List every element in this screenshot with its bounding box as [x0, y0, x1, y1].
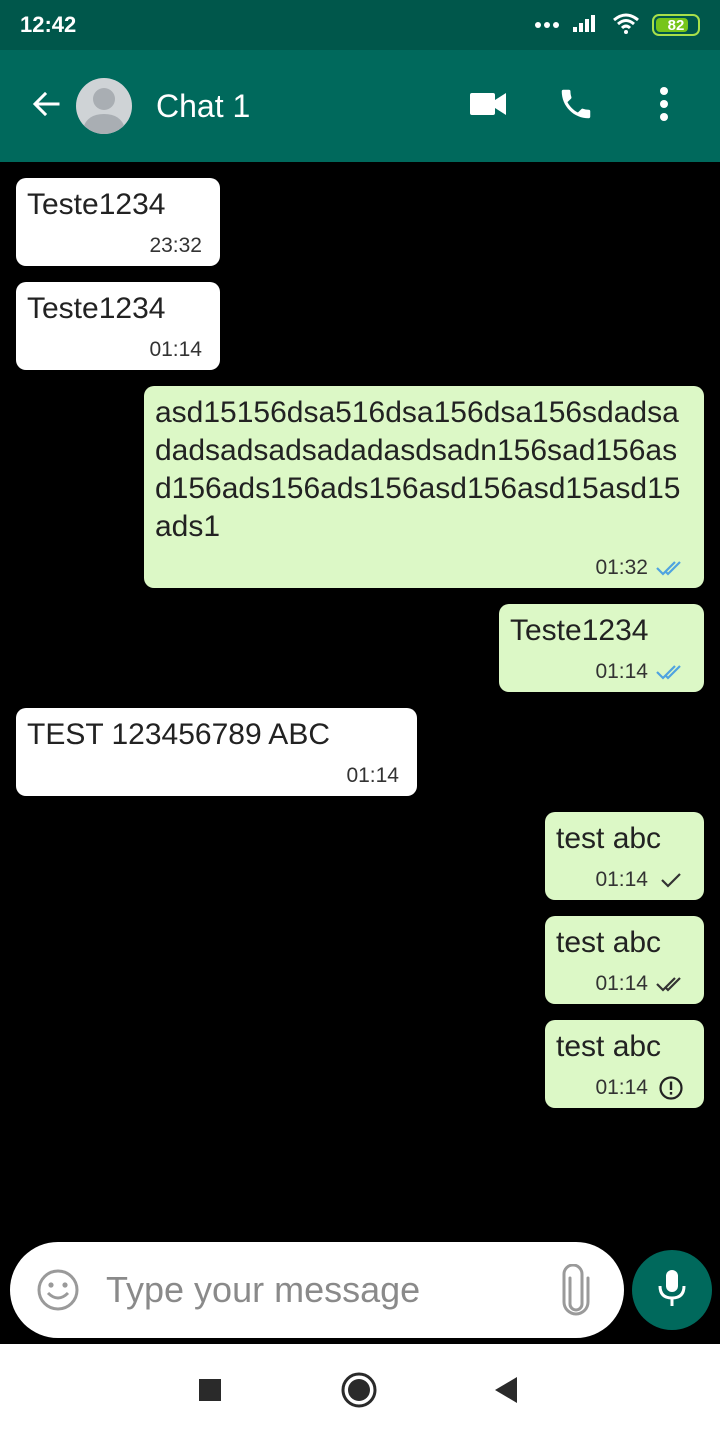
message-meta: 01:32	[595, 556, 686, 580]
message-text: test abc	[556, 1030, 662, 1063]
status-icons: 82	[534, 12, 700, 38]
back-arrow-icon	[32, 90, 60, 123]
avatar[interactable]	[76, 78, 132, 134]
system-nav-bar	[0, 1344, 720, 1440]
message-meta: 23:32	[149, 234, 202, 258]
message-bubble-incoming[interactable]: Teste1234 23:32	[16, 178, 220, 266]
message-bubble-incoming[interactable]: TEST 123456789 ABC 01:14	[16, 708, 417, 796]
status-bar: 12:42 82	[0, 0, 720, 50]
nav-back-button[interactable]	[486, 1372, 526, 1412]
video-call-button[interactable]	[464, 82, 512, 130]
message-meta: 01:14	[595, 1076, 686, 1100]
triangle-back-icon	[493, 1376, 519, 1409]
message-time: 01:14	[595, 972, 648, 995]
voice-call-button[interactable]	[552, 82, 600, 130]
message-meta: 01:14	[595, 660, 686, 684]
more-vert-icon	[659, 86, 669, 126]
message-meta: 01:14	[595, 972, 686, 996]
message-text: Teste1234	[510, 614, 649, 647]
message-bubble-outgoing[interactable]: Teste1234 01:14	[499, 604, 704, 692]
message-meta: 01:14	[346, 764, 399, 788]
message-text: test abc	[556, 822, 662, 855]
message-time: 01:32	[595, 556, 648, 579]
message-bubble-outgoing[interactable]: test abc 01:14	[545, 916, 704, 1004]
double-check-read-icon	[656, 662, 686, 682]
message-time: 01:14	[346, 764, 399, 787]
error-icon[interactable]	[656, 1076, 686, 1100]
double-check-delivered-icon	[656, 974, 686, 994]
message-input[interactable]	[106, 1264, 546, 1316]
emoji-button[interactable]	[36, 1268, 80, 1312]
signal-icon	[572, 13, 600, 38]
emoji-icon	[36, 1269, 80, 1316]
voice-record-button[interactable]	[632, 1250, 712, 1330]
message-bubble-outgoing[interactable]: test abc 01:14	[545, 812, 704, 900]
battery-icon: 82	[652, 14, 700, 36]
phone-icon	[557, 85, 595, 128]
chat-title[interactable]: Chat 1	[156, 86, 250, 126]
message-text: test abc	[556, 926, 662, 959]
video-call-icon	[469, 91, 507, 122]
recents-button[interactable]	[190, 1372, 230, 1412]
message-composer	[10, 1242, 624, 1338]
chat-header: Chat 1	[0, 50, 720, 162]
status-time: 12:42	[20, 12, 77, 37]
message-text: Teste1234	[27, 292, 166, 325]
message-text: asd15156dsa516dsa156dsa156sdadsadadsadsa…	[155, 396, 681, 543]
more-dots-icon	[534, 16, 560, 34]
message-meta: 01:14	[149, 338, 202, 362]
battery-text: 82	[667, 16, 685, 34]
message-text: Teste1234	[27, 188, 166, 221]
message-bubble-outgoing[interactable]: test abc 01:14	[545, 1020, 704, 1108]
message-time: 01:14	[595, 868, 648, 891]
wifi-icon	[612, 12, 640, 39]
message-time: 01:14	[595, 1076, 648, 1099]
back-button[interactable]	[26, 86, 66, 126]
microphone-icon	[656, 1268, 688, 1313]
message-time: 01:14	[595, 660, 648, 683]
message-bubble-incoming[interactable]: Teste1234 01:14	[16, 282, 220, 370]
message-meta: 01:14	[595, 868, 686, 892]
message-bubble-outgoing[interactable]: asd15156dsa516dsa156dsa156sdadsadadsadsa…	[144, 386, 704, 588]
attach-button[interactable]	[558, 1263, 594, 1316]
paperclip-icon	[558, 1263, 594, 1320]
message-time: 01:14	[149, 338, 202, 361]
double-check-read-icon	[656, 558, 686, 578]
message-text: TEST 123456789 ABC	[27, 718, 330, 751]
home-circle-icon	[340, 1371, 378, 1414]
message-time: 23:32	[149, 234, 202, 257]
more-options-button[interactable]	[640, 82, 688, 130]
square-icon	[198, 1378, 222, 1407]
check-sent-icon	[656, 870, 686, 890]
home-button[interactable]	[339, 1372, 379, 1412]
